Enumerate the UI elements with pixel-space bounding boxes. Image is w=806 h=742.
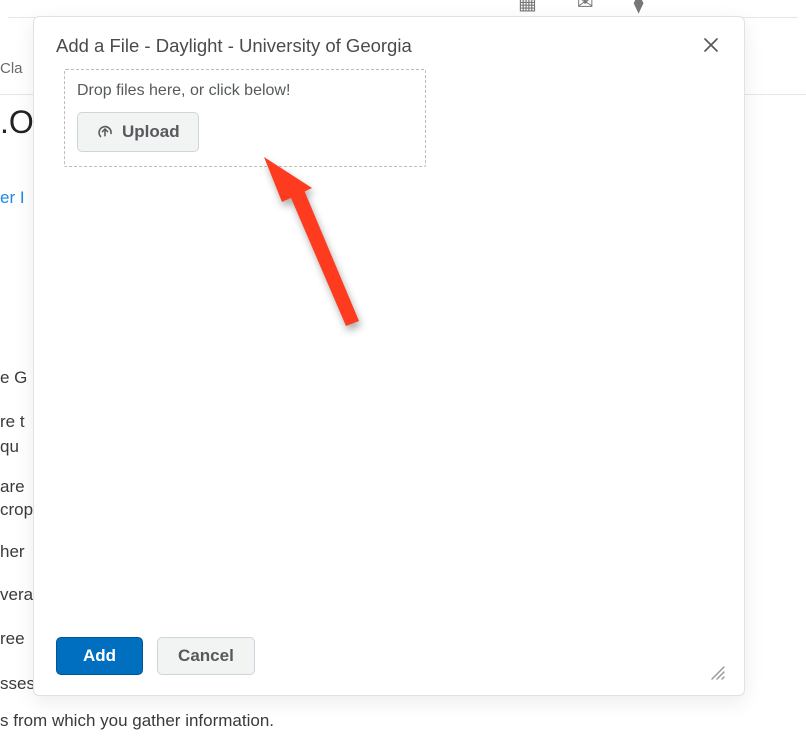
background-text-fragment: her bbox=[0, 540, 25, 564]
pointer-arrow-annotation bbox=[232, 155, 382, 355]
bell-icon: ⧫ bbox=[634, 0, 644, 15]
background-heading-fragment: .O bbox=[0, 104, 34, 141]
add-button[interactable]: Add bbox=[56, 637, 143, 675]
upload-button-label: Upload bbox=[122, 122, 180, 142]
resize-handle[interactable] bbox=[708, 663, 726, 681]
cancel-button-label: Cancel bbox=[178, 646, 234, 665]
close-button[interactable] bbox=[700, 35, 722, 57]
background-text-fragment: re t bbox=[0, 410, 25, 434]
close-icon bbox=[704, 38, 718, 52]
background-text-fragment: e G bbox=[0, 366, 27, 390]
background-text-fragment: sses bbox=[0, 672, 35, 696]
background-text-fragment: s from which you gather information. bbox=[0, 709, 274, 733]
background-text-fragment: qu bbox=[0, 435, 19, 459]
upload-icon bbox=[96, 123, 114, 141]
add-button-label: Add bbox=[83, 646, 116, 665]
background-text-fragment: are bbox=[0, 475, 25, 499]
modal-title: Add a File - Daylight - University of Ge… bbox=[56, 35, 412, 57]
resize-grip-icon bbox=[708, 663, 726, 681]
chat-icon: ✉ bbox=[577, 0, 594, 15]
modal-body: Drop files here, or click below! Upload bbox=[34, 69, 744, 621]
dropzone-instruction: Drop files here, or click below! bbox=[77, 82, 413, 100]
upload-button[interactable]: Upload bbox=[77, 112, 199, 152]
topbar-icon-row: ▦ ✉ ⧫ bbox=[518, 0, 644, 15]
background-text-fragment: ree bbox=[0, 627, 25, 651]
background-text-fragment: vera bbox=[0, 583, 33, 607]
modal-footer: Add Cancel bbox=[34, 621, 744, 695]
add-file-modal: Add a File - Daylight - University of Ge… bbox=[33, 16, 745, 696]
file-dropzone[interactable]: Drop files here, or click below! Upload bbox=[64, 69, 426, 167]
grid-icon: ▦ bbox=[518, 0, 537, 15]
background-class-label: Cla bbox=[0, 60, 23, 77]
cancel-button[interactable]: Cancel bbox=[157, 637, 255, 675]
modal-header: Add a File - Daylight - University of Ge… bbox=[34, 17, 744, 69]
background-link-fragment: er I bbox=[0, 188, 25, 208]
background-text-fragment: crop bbox=[0, 498, 33, 522]
